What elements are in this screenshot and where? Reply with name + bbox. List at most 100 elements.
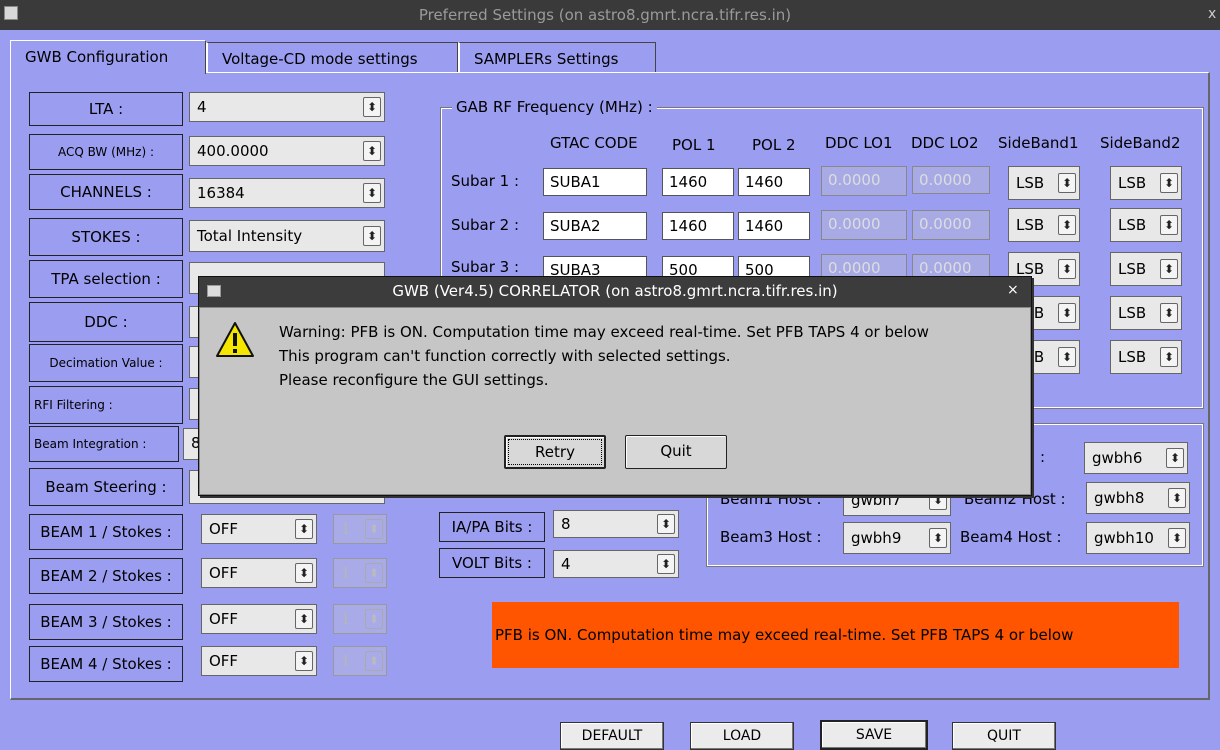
beam4-select[interactable]: OFF ⬍ — [201, 646, 317, 676]
rfi-filtering-label: RFI Filtering : — [29, 386, 183, 424]
col-header-ddc-lo1: DDC LO1 — [825, 134, 893, 152]
beam2-stokes-spin: 1 ⬍ — [333, 558, 387, 588]
subar3-sideband2-select[interactable]: LSB ⬍ — [1110, 252, 1182, 286]
beam3-select[interactable]: OFF ⬍ — [201, 604, 317, 634]
subar1-pol2-input[interactable]: 1460 — [738, 168, 810, 196]
beam4-stokes-spin: 1 ⬍ — [333, 646, 387, 676]
retry-button[interactable]: Retry — [504, 435, 606, 469]
default-button[interactable]: DEFAULT — [560, 722, 664, 750]
load-button[interactable]: LOAD — [690, 722, 794, 750]
subar2-ddc-lo2-input: 0.0000 — [912, 210, 990, 240]
spin-arrows-icon: ⬍ — [295, 519, 313, 539]
subar1-ddc-lo2-input: 0.0000 — [912, 166, 990, 194]
beam2-stokes-label: BEAM 2 / Stokes : — [29, 558, 183, 594]
iapa-bits-label: IA/PA Bits : — [439, 512, 545, 542]
warning-dialog: GWB (Ver4.5) CORRELATOR (on astro8.gmrt.… — [198, 276, 1032, 496]
beam3-stokes-label: BEAM 3 / Stokes : — [29, 604, 183, 640]
beam3-host-select[interactable]: gwbh9 ⬍ — [843, 522, 951, 554]
subar2-label: Subar 2 : — [451, 216, 520, 234]
col-header-ddc-lo2: DDC LO2 — [911, 134, 979, 152]
iapa-bits-select[interactable]: 8 ⬍ — [553, 510, 679, 538]
dialog-quit-button[interactable]: Quit — [625, 435, 727, 469]
volt-bits-select[interactable]: 4 ⬍ — [553, 550, 679, 578]
tab-samplers-settings[interactable]: SAMPLERs Settings — [458, 42, 656, 76]
tpa-selection-label: TPA selection : — [29, 260, 183, 298]
ddc-label: DDC : — [29, 302, 183, 342]
stokes-label: STOKES : — [29, 218, 183, 256]
spin-arrows-icon: ⬍ — [1160, 215, 1178, 235]
spin-arrows-icon: ⬍ — [1168, 528, 1186, 548]
spin-arrows-icon: ⬍ — [363, 97, 381, 117]
spin-arrows-icon: ⬍ — [657, 514, 675, 534]
beam2-select[interactable]: OFF ⬍ — [201, 558, 317, 588]
spin-arrows-icon: ⬍ — [1160, 259, 1178, 279]
dialog-close-icon[interactable]: × — [1007, 282, 1019, 298]
spin-arrows-icon: ⬍ — [365, 519, 383, 539]
spin-arrows-icon: ⬍ — [929, 528, 947, 548]
spin-arrows-icon: ⬍ — [363, 226, 381, 246]
beam1-stokes-spin: 1 ⬍ — [333, 514, 387, 544]
acq-bw-select[interactable]: 400.0000 ⬍ — [189, 136, 385, 166]
window-menu-icon[interactable] — [4, 6, 18, 20]
lta-label: LTA : — [29, 92, 183, 126]
spin-arrows-icon: ⬍ — [363, 183, 381, 203]
volt-bits-label: VOLT Bits : — [439, 548, 545, 578]
host-top-select[interactable]: gwbh6 ⬍ — [1084, 442, 1188, 474]
col-header-pol1: POL 1 — [672, 136, 716, 154]
beam-integration-label: Beam Integration : — [29, 426, 179, 462]
subar5-sideband2-select[interactable]: LSB ⬍ — [1110, 340, 1182, 374]
spin-arrows-icon: ⬍ — [1160, 303, 1178, 323]
spin-arrows-icon: ⬍ — [1058, 347, 1076, 367]
stokes-select[interactable]: Total Intensity ⬍ — [189, 220, 385, 252]
spin-arrows-icon: ⬍ — [657, 554, 675, 574]
subar1-gtac-code-input[interactable]: SUBA1 — [543, 168, 647, 196]
spin-arrows-icon: ⬍ — [1058, 303, 1076, 323]
lta-select[interactable]: 4 ⬍ — [189, 92, 385, 122]
dialog-menu-icon[interactable] — [207, 285, 221, 297]
dialog-titlebar: GWB (Ver4.5) CORRELATOR (on astro8.gmrt.… — [199, 277, 1031, 307]
col-header-sideband1: SideBand1 — [998, 134, 1079, 152]
beam-steering-label: Beam Steering : — [29, 468, 183, 506]
host-colon: : — [1040, 448, 1046, 466]
window-close-icon[interactable]: x — [1208, 6, 1220, 22]
subar4-sideband2-select[interactable]: LSB ⬍ — [1110, 296, 1182, 330]
beam1-select[interactable]: OFF ⬍ — [201, 514, 317, 544]
spin-arrows-icon: ⬍ — [1058, 215, 1076, 235]
subar1-sideband2-select[interactable]: LSB ⬍ — [1110, 166, 1182, 200]
tab-voltage-cd-mode[interactable]: Voltage-CD mode settings — [206, 42, 458, 76]
subar2-pol2-input[interactable]: 1460 — [738, 212, 810, 240]
subar2-ddc-lo1-input: 0.0000 — [821, 210, 907, 240]
col-header-gtac-code: GTAC CODE — [550, 134, 638, 152]
spin-arrows-icon: ⬍ — [295, 651, 313, 671]
spin-arrows-icon: ⬍ — [363, 141, 381, 161]
dialog-message-line-3: Please reconfigure the GUI settings. — [279, 371, 549, 389]
spin-arrows-icon: ⬍ — [365, 609, 383, 629]
subar2-sideband2-select[interactable]: LSB ⬍ — [1110, 208, 1182, 242]
subar1-sideband1-select[interactable]: LSB ⬍ — [1008, 166, 1080, 200]
beam2-host-select[interactable]: gwbh8 ⬍ — [1086, 482, 1190, 514]
subar3-label: Subar 3 : — [451, 258, 520, 276]
tab-gwb-configuration[interactable]: GWB Configuration — [10, 40, 206, 74]
spin-arrows-icon: ⬍ — [365, 563, 383, 583]
spin-arrows-icon: ⬍ — [1160, 173, 1178, 193]
save-button[interactable]: SAVE — [820, 720, 928, 750]
col-header-pol2: POL 2 — [752, 136, 796, 154]
window-title: Preferred Settings (on astro8.gmrt.ncra.… — [418, 6, 792, 24]
spin-arrows-icon: ⬍ — [365, 651, 383, 671]
dialog-message-line-1: Warning: PFB is ON. Computation time may… — [279, 323, 929, 341]
acq-bw-label: ACQ BW (MHz) : — [29, 134, 183, 170]
channels-select[interactable]: 16384 ⬍ — [189, 178, 385, 208]
subar1-ddc-lo1-input: 0.0000 — [821, 166, 907, 196]
beam4-host-label: Beam4 Host : — [960, 528, 1062, 546]
subar2-gtac-code-input[interactable]: SUBA2 — [543, 212, 647, 240]
subar2-pol1-input[interactable]: 1460 — [662, 212, 734, 240]
subar1-pol1-input[interactable]: 1460 — [662, 168, 734, 196]
subar2-sideband1-select[interactable]: LSB ⬍ — [1008, 208, 1080, 242]
quit-button[interactable]: QUIT — [952, 722, 1056, 750]
subar1-label: Subar 1 : — [451, 172, 520, 190]
spin-arrows-icon: ⬍ — [295, 609, 313, 629]
beam4-stokes-label: BEAM 4 / Stokes : — [29, 646, 183, 682]
spin-arrows-icon: ⬍ — [1168, 488, 1186, 508]
beam3-host-label: Beam3 Host : — [720, 528, 822, 546]
beam4-host-select[interactable]: gwbh10 ⬍ — [1086, 522, 1190, 554]
